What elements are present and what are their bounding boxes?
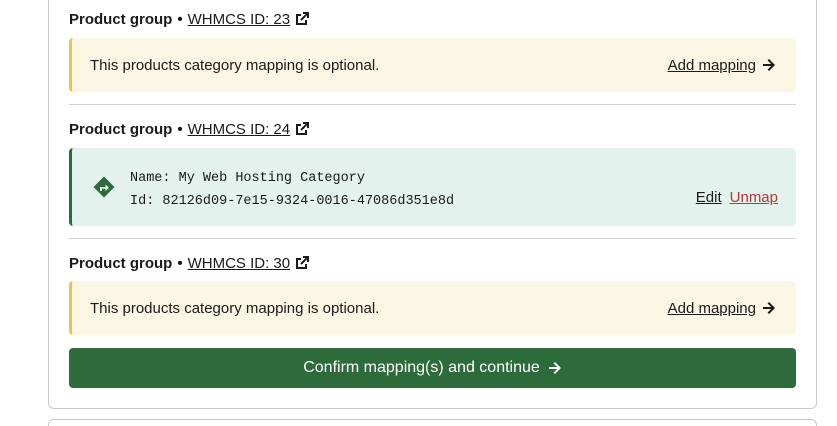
arrow-right-icon: [763, 302, 775, 314]
bullet-separator: •: [177, 10, 183, 28]
whmcs-id-link-23[interactable]: WHMCS ID: 23: [188, 11, 291, 28]
group-header-30: Product group • WHMCS ID: 30: [69, 253, 310, 273]
whmcs-id-link-30[interactable]: WHMCS ID: 30: [188, 255, 291, 272]
notice-text: This products category mapping is option…: [90, 299, 380, 317]
next-card: [48, 419, 817, 426]
mapping-actions: Edit Unmap: [696, 189, 778, 206]
group-header-24: Product group • WHMCS ID: 24: [69, 119, 310, 139]
edit-mapping-link[interactable]: Edit: [696, 189, 722, 206]
group-label: Product group: [69, 10, 173, 28]
arrow-right-icon: [548, 362, 561, 374]
unmap-link[interactable]: Unmap: [730, 189, 778, 206]
add-mapping-button-23[interactable]: Add mapping: [668, 57, 776, 74]
group-label: Product group: [69, 120, 173, 138]
mapped-category-24: Name: My Web Hosting Category Id: 82126d…: [69, 148, 796, 226]
mapping-name: Name: My Web Hosting Category: [130, 171, 365, 186]
group-header-23: Product group • WHMCS ID: 23: [69, 9, 310, 29]
confirm-mapping-button[interactable]: Confirm mapping(s) and continue: [69, 348, 796, 388]
add-mapping-button-30[interactable]: Add mapping: [668, 300, 776, 317]
external-link-icon[interactable]: [294, 121, 310, 137]
route-diamond-icon: [93, 176, 115, 198]
divider: [69, 104, 796, 105]
group-label: Product group: [69, 254, 173, 272]
optional-notice-23: This products category mapping is option…: [69, 38, 796, 92]
bullet-separator: •: [177, 254, 183, 272]
bullet-separator: •: [177, 120, 183, 138]
add-mapping-label: Add mapping: [667, 299, 756, 317]
external-link-icon[interactable]: [294, 255, 310, 271]
optional-notice-30: This products category mapping is option…: [69, 281, 796, 335]
confirm-label: Confirm mapping(s) and continue: [303, 359, 540, 376]
arrow-right-icon: [763, 59, 775, 71]
mapping-details: Name: My Web Hosting Category Id: 82126d…: [130, 167, 454, 213]
mapping-id: Id: 82126d09-7e15-9324-0016-47086d351e8d: [130, 194, 455, 209]
divider: [69, 238, 796, 239]
add-mapping-label: Add mapping: [667, 56, 756, 74]
whmcs-id-link-24[interactable]: WHMCS ID: 24: [188, 121, 291, 138]
notice-text: This products category mapping is option…: [90, 56, 380, 74]
external-link-icon[interactable]: [294, 11, 310, 27]
